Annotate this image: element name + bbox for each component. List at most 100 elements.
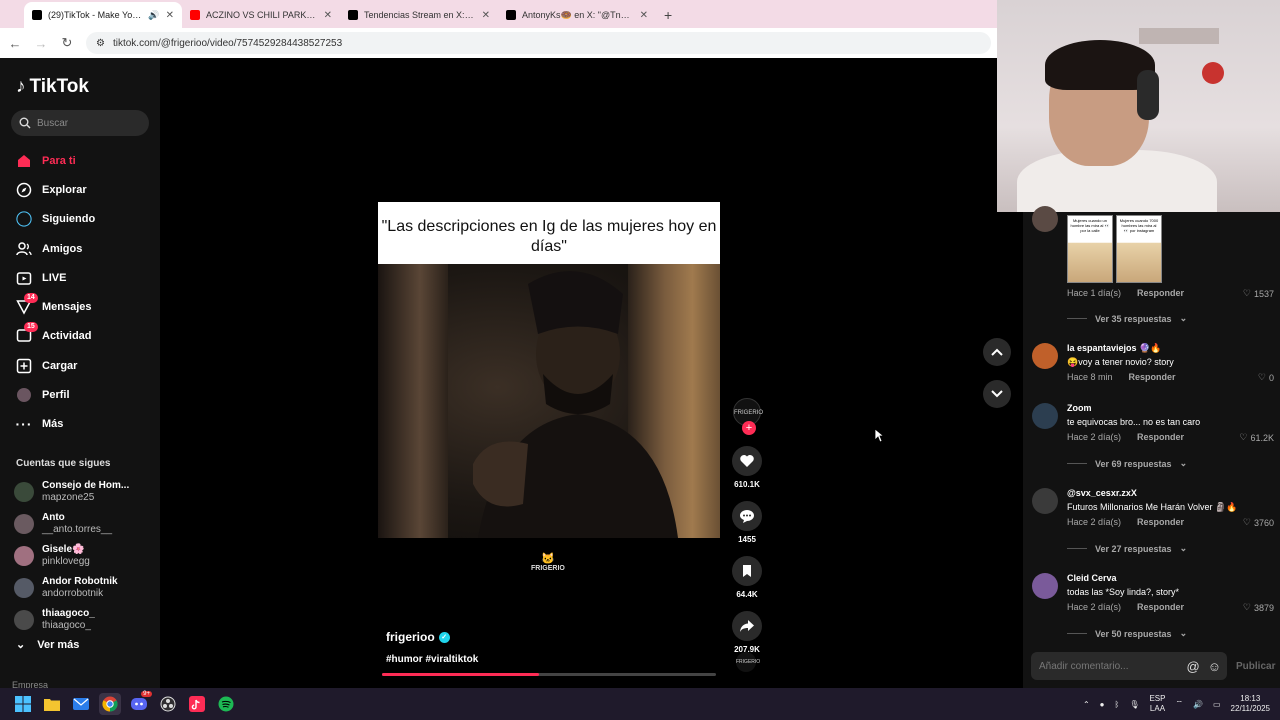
video-author[interactable]: frigerioo ✓ (386, 630, 450, 644)
reply-button[interactable]: Responder (1129, 372, 1176, 382)
comment-button[interactable]: 1455 (730, 501, 764, 544)
comment-like[interactable]: ♡ 1537 (1243, 288, 1274, 299)
nav-para-ti[interactable]: Para ti (0, 146, 160, 175)
nav-explorar[interactable]: Explorar (0, 175, 160, 204)
view-replies-button[interactable]: Ver 35 respuestas ⌄ (1067, 313, 1187, 324)
tab-tiktok[interactable]: (29)TikTok - Make Your Day 🔊 ✕ (24, 2, 182, 28)
following-item[interactable]: Anto __anto.torres__ (0, 508, 160, 540)
comment-user[interactable]: la espantaviejos 🔮🔥 (1067, 343, 1161, 354)
comment-user[interactable]: Zoom (1067, 403, 1092, 413)
save-button[interactable]: 64.4K (730, 556, 764, 599)
avatar (14, 546, 34, 566)
mention-icon[interactable]: @ (1187, 659, 1200, 674)
close-tab-icon[interactable]: ✕ (640, 10, 648, 21)
reply-button[interactable]: Responder (1137, 432, 1184, 442)
nav-live[interactable]: LIVE (0, 263, 160, 292)
avatar[interactable] (1032, 403, 1058, 429)
mail-icon[interactable] (70, 693, 92, 715)
comment-like[interactable]: ♡ 61.2K (1239, 432, 1274, 443)
share-button[interactable]: 207.9K (730, 611, 764, 654)
video-progress-bar[interactable] (382, 673, 716, 676)
comment-like[interactable]: ♡ 0 (1258, 372, 1274, 383)
tiktok-logo[interactable]: ♪ TikTok (16, 76, 89, 98)
new-tab-button[interactable]: + (656, 2, 680, 28)
url-text: tiktok.com/@frigerioo/video/757452928443… (112, 37, 343, 49)
view-replies-button[interactable]: Ver 69 respuestas ⌄ (1067, 458, 1187, 469)
chrome-icon[interactable] (99, 693, 121, 715)
nav-amigos[interactable]: Amigos (0, 234, 160, 263)
video-player[interactable]: "Las descripciones en Ig de las mujeres … (378, 202, 720, 677)
nav-actividad[interactable]: 15 Actividad (0, 322, 160, 351)
like-count: 610.1K (734, 480, 760, 489)
search-input[interactable]: Buscar (11, 110, 149, 136)
following-item[interactable]: Gisele🌸 pinklovegg (0, 540, 160, 572)
like-button[interactable]: 610.1K (730, 446, 764, 489)
close-tab-icon[interactable]: ✕ (482, 10, 490, 21)
avatar[interactable] (1032, 573, 1058, 599)
mic-icon[interactable]: 🎙 (1129, 700, 1139, 709)
tiktok-app-icon[interactable] (186, 693, 208, 715)
wifi-icon[interactable]: ⌔ (1175, 699, 1183, 709)
windows-start-icon[interactable] (12, 693, 34, 715)
speaker-icon[interactable]: 🔊 (148, 10, 159, 21)
nav-perfil[interactable]: Perfil (0, 380, 160, 409)
nav-mensajes[interactable]: 14 Mensajes (0, 292, 160, 321)
close-tab-icon[interactable]: ✕ (324, 10, 332, 21)
obs-icon[interactable] (157, 693, 179, 715)
address-bar[interactable]: ⚙ tiktok.com/@frigerioo/video/7574529284… (86, 32, 991, 54)
discord-tray-icon[interactable]: ● (1100, 700, 1105, 709)
comment-image-grid[interactable]: Mujeres cuando un hombre las mira al 👀 p… (1067, 215, 1162, 283)
comment-user[interactable]: @svx_cesxr.zxX (1067, 488, 1137, 498)
video-frame[interactable] (378, 264, 720, 538)
nav-cargar[interactable]: Cargar (0, 351, 160, 380)
site-info-icon[interactable]: ⚙ (96, 38, 105, 49)
forward-icon[interactable]: → (34, 36, 48, 51)
comment-like[interactable]: ♡ 3760 (1243, 517, 1274, 528)
language-indicator[interactable]: ESP LAA (1149, 694, 1165, 714)
reply-button[interactable]: Responder (1137, 517, 1184, 527)
view-replies-button[interactable]: Ver 27 respuestas ⌄ (1067, 543, 1187, 554)
reload-icon[interactable]: ↻ (60, 35, 74, 51)
verified-badge-icon: ✓ (438, 631, 450, 643)
battery-icon[interactable]: ▭ (1213, 700, 1221, 709)
following-item[interactable]: Consejo de Hom... mapzone25 (0, 476, 160, 508)
back-icon[interactable]: ← (8, 36, 22, 51)
nav-label: Explorar (42, 183, 87, 196)
follow-plus-icon[interactable]: + (742, 421, 756, 435)
author-avatar[interactable]: FRIGERIO + (733, 398, 763, 435)
comment-time: Hace 2 día(s) (1067, 517, 1122, 527)
see-more-button[interactable]: ⌄ Ver más (16, 638, 79, 652)
tab-youtube[interactable]: ACZINO VS CHILI PARKER 🌶️ ( ✕ (182, 2, 340, 28)
next-video-button[interactable] (983, 380, 1011, 408)
file-explorer-icon[interactable] (41, 693, 63, 715)
video-hashtags[interactable]: #humor #viraltiktok (386, 654, 478, 665)
publish-button[interactable]: Publicar (1236, 661, 1275, 672)
volume-icon[interactable]: 🔊 (1193, 700, 1203, 709)
close-tab-icon[interactable]: ✕ (166, 10, 174, 21)
reply-button[interactable]: Responder (1137, 288, 1184, 298)
chevron-down-icon: ⌄ (16, 639, 26, 651)
comment-user[interactable]: Cleid Cerva (1067, 573, 1117, 583)
view-replies-button[interactable]: Ver 50 respuestas ⌄ (1067, 628, 1187, 639)
emoji-icon[interactable]: ☺ (1208, 659, 1221, 674)
bluetooth-icon[interactable]: ᛒ (1115, 700, 1120, 709)
avatar[interactable] (1032, 343, 1058, 369)
clock[interactable]: 18:13 22/11/2025 (1231, 694, 1270, 714)
tab-x-antonyks[interactable]: AntonyKs🍩 en X: "@Tndencia ✕ (498, 2, 656, 28)
add-comment-input[interactable]: Añadir comentario... @ ☺ (1031, 652, 1227, 680)
following-item[interactable]: Andor Robotnik andorrobotnik (0, 572, 160, 604)
reply-button[interactable]: Responder (1137, 602, 1184, 612)
previous-video-button[interactable] (983, 338, 1011, 366)
chevron-up-icon[interactable]: ⌃ (1083, 700, 1090, 709)
comment-like[interactable]: ♡ 3879 (1243, 602, 1274, 613)
tab-x-tendencias[interactable]: Tendencias Stream en X: "Squi ✕ (340, 2, 498, 28)
nav-siguiendo[interactable]: Siguiendo (0, 205, 160, 234)
discord-icon[interactable]: 9+ (128, 691, 152, 715)
sound-disc[interactable]: FRIGERIO (736, 652, 760, 672)
comment-image: Mujeres cuando 7000 hombres las mira al … (1116, 215, 1162, 283)
avatar[interactable] (1032, 488, 1058, 514)
spotify-icon[interactable] (215, 693, 237, 715)
clock-time: 18:13 (1240, 694, 1261, 703)
following-item[interactable]: thiaagoco_ thiaagoco_ (0, 604, 160, 636)
nav-mas[interactable]: ··· Más (0, 410, 160, 439)
